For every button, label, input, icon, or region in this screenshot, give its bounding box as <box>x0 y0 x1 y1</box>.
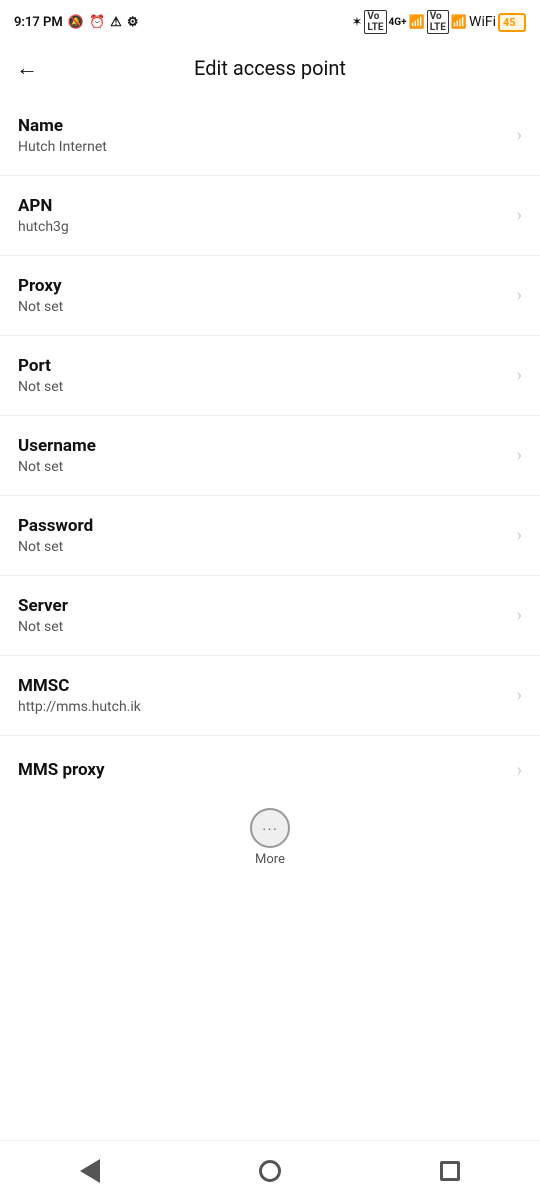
app-bar: ← Edit access point <box>0 40 540 96</box>
home-nav-button[interactable] <box>235 1152 305 1190</box>
back-nav-button[interactable] <box>56 1151 124 1191</box>
list-item-apn-label: APN <box>18 196 69 216</box>
list-item-server-label: Server <box>18 596 68 616</box>
chevron-icon-server: › <box>517 605 522 626</box>
list-item-port-value: Not set <box>18 379 63 395</box>
signal-bars-2: 📶 <box>451 15 467 30</box>
list-item-mmsc-content: MMSC http://mms.hutch.ik <box>18 676 141 715</box>
list-item-mmsc-value: http://mms.hutch.ik <box>18 699 141 715</box>
list-item-proxy-value: Not set <box>18 299 63 315</box>
back-button[interactable]: ← <box>16 55 38 81</box>
chevron-icon-mms-proxy: › <box>517 760 522 781</box>
vo-lte-icon-2: VoLTE <box>427 10 449 34</box>
list-item-name-content: Name Hutch Internet <box>18 116 107 155</box>
status-bar: 9:17 PM 🔕 ⏰ ⚠ ⚙ ✶ VoLTE 4G+ 📶 VoLTE 📶 Wi… <box>0 0 540 40</box>
status-right: ✶ VoLTE 4G+ 📶 VoLTE 📶 WiFi 45 <box>351 10 526 34</box>
back-nav-icon <box>80 1159 100 1183</box>
warning-icon: ⚠ <box>110 15 122 30</box>
chevron-icon-name: › <box>517 125 522 146</box>
chevron-icon-username: › <box>517 445 522 466</box>
alarm-icon: ⏰ <box>89 15 105 30</box>
list-item-name-label: Name <box>18 116 107 136</box>
list-item-port-label: Port <box>18 356 63 376</box>
list-item-port-content: Port Not set <box>18 356 63 395</box>
chevron-icon-port: › <box>517 365 522 386</box>
list-item-mmsc[interactable]: MMSC http://mms.hutch.ik › <box>0 656 540 736</box>
list-item-username-label: Username <box>18 436 96 456</box>
battery-indicator: 45 <box>498 13 526 32</box>
list-item-username[interactable]: Username Not set › <box>0 416 540 496</box>
back-arrow-icon: ← <box>16 55 38 81</box>
list-item-name-value: Hutch Internet <box>18 139 107 155</box>
list-item-apn-value: hutch3g <box>18 219 69 235</box>
settings-icon: ⚙ <box>127 15 139 30</box>
home-nav-icon <box>259 1160 281 1182</box>
list-item-mms-proxy[interactable]: MMS proxy › <box>0 736 540 796</box>
list-item-proxy[interactable]: Proxy Not set › <box>0 256 540 336</box>
list-item-port[interactable]: Port Not set › <box>0 336 540 416</box>
time-display: 9:17 PM <box>14 15 63 30</box>
bluetooth-icon: ✶ <box>351 15 362 30</box>
list-item-password-content: Password Not set <box>18 516 93 555</box>
status-left: 9:17 PM 🔕 ⏰ ⚠ ⚙ <box>14 15 138 30</box>
list-item-server-value: Not set <box>18 619 68 635</box>
vo-lte-icon: VoLTE <box>364 10 386 34</box>
more-area: ··· More <box>0 796 540 873</box>
chevron-icon-password: › <box>517 525 522 546</box>
more-label: More <box>255 852 285 867</box>
list-item-password[interactable]: Password Not set › <box>0 496 540 576</box>
list-item-username-content: Username Not set <box>18 436 96 475</box>
list-item-server-content: Server Not set <box>18 596 68 635</box>
chevron-icon-mmsc: › <box>517 685 522 706</box>
signal-bars-1: 📶 <box>409 15 425 30</box>
list-item-proxy-label: Proxy <box>18 276 63 296</box>
chevron-icon-apn: › <box>517 205 522 226</box>
page-title: Edit access point <box>50 56 490 80</box>
recents-nav-icon <box>440 1161 460 1181</box>
wifi-icon: WiFi <box>469 14 496 30</box>
chevron-icon-proxy: › <box>517 285 522 306</box>
4g-plus-icon: 4G+ <box>389 17 407 28</box>
more-button[interactable]: ··· <box>250 808 290 848</box>
list-item-username-value: Not set <box>18 459 96 475</box>
list-item-password-value: Not set <box>18 539 93 555</box>
nav-bar <box>0 1140 540 1200</box>
list-item-mmsc-label: MMSC <box>18 676 141 696</box>
list-item-apn[interactable]: APN hutch3g › <box>0 176 540 256</box>
list-item-apn-content: APN hutch3g <box>18 196 69 235</box>
more-icon: ··· <box>262 821 278 836</box>
list-item-password-label: Password <box>18 516 93 536</box>
settings-list: Name Hutch Internet › APN hutch3g › Prox… <box>0 96 540 796</box>
list-item-name[interactable]: Name Hutch Internet › <box>0 96 540 176</box>
list-item-server[interactable]: Server Not set › <box>0 576 540 656</box>
recents-nav-button[interactable] <box>416 1153 484 1189</box>
list-item-mms-proxy-label: MMS proxy <box>18 760 105 780</box>
list-item-mms-proxy-content: MMS proxy <box>18 760 105 780</box>
mute-icon: 🔕 <box>68 15 84 30</box>
list-item-proxy-content: Proxy Not set <box>18 276 63 315</box>
